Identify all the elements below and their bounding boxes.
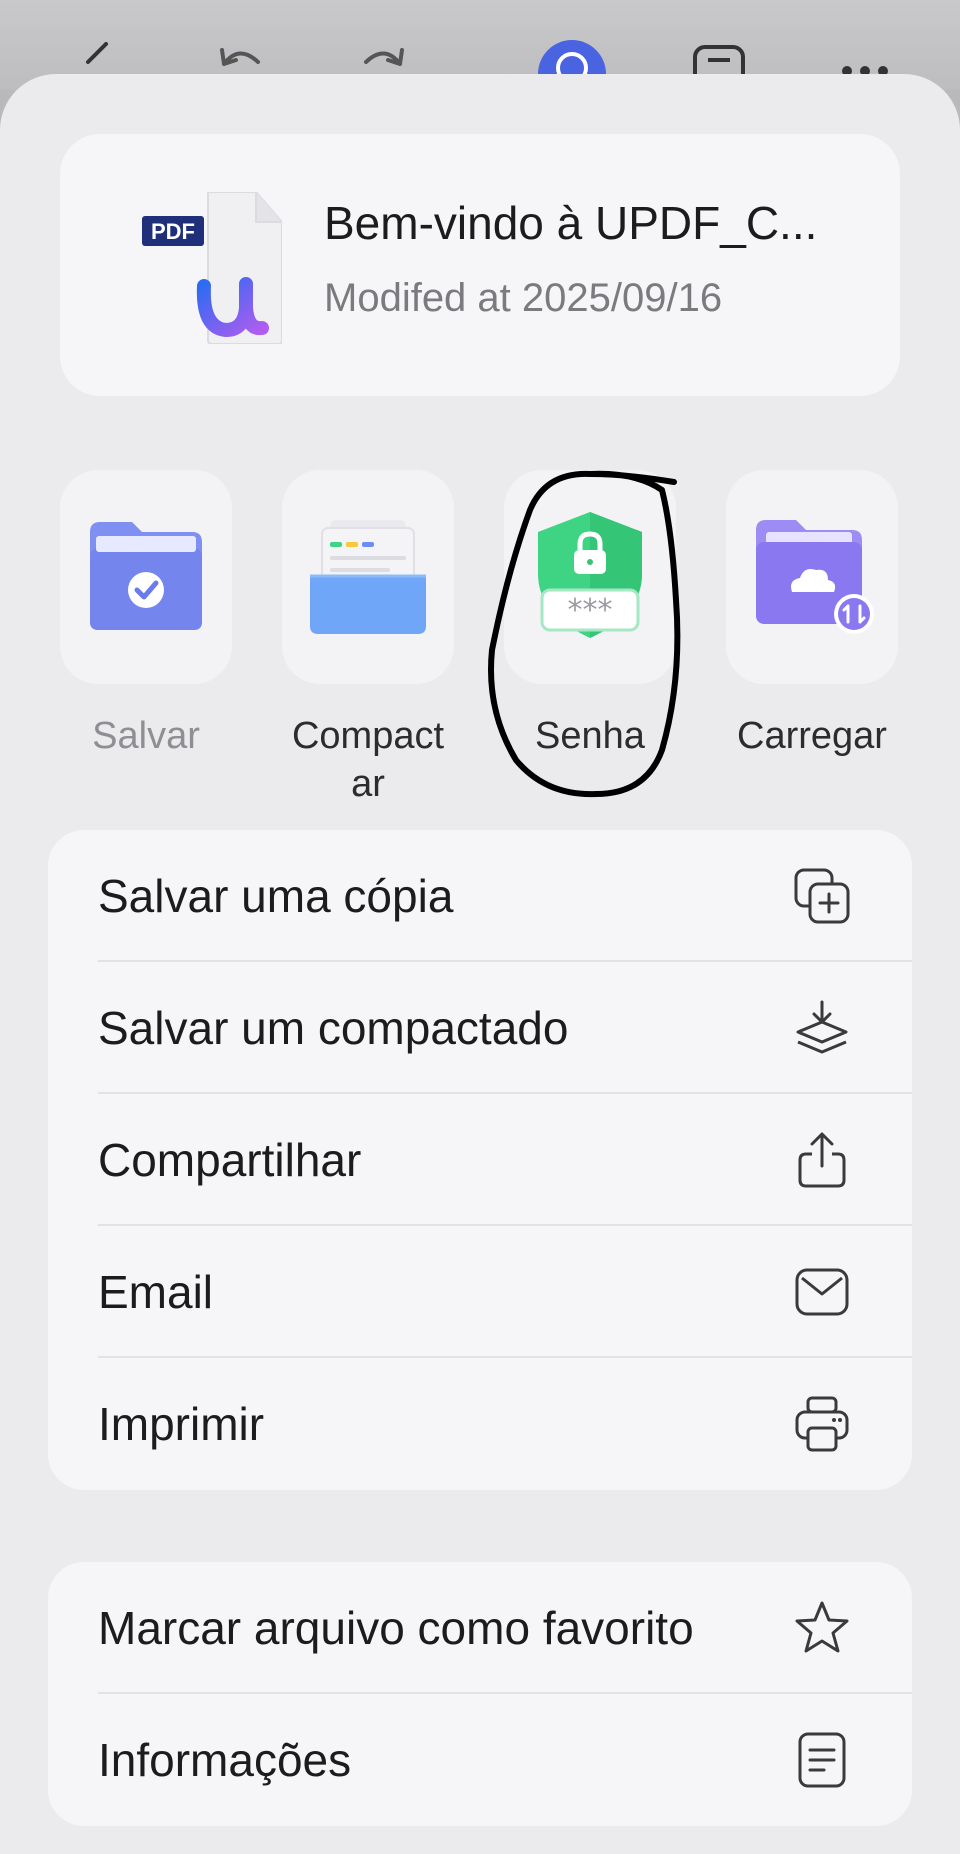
action-label: Senha [535, 715, 645, 757]
menu-item-informacoes[interactable]: Informações [48, 1694, 912, 1826]
menu-item-label: Email [98, 1266, 214, 1318]
document-icon [798, 1732, 846, 1788]
folder-check-icon [90, 522, 202, 630]
action-label: Carregar [737, 715, 887, 757]
menu-item-label: Marcar arquivo como favorito [98, 1602, 694, 1654]
quick-actions: Salvar Compact ar *** Senha Carregar [0, 470, 960, 810]
copy-plus-icon [794, 868, 850, 924]
svg-text:PDF: PDF [151, 219, 195, 244]
menu-item-label: Compartilhar [98, 1134, 362, 1186]
action-compactar[interactable]: Compact ar [282, 470, 454, 808]
action-label: Compact ar [291, 715, 445, 805]
menu-item-email[interactable]: Email [48, 1226, 912, 1358]
pdf-thumbnail: PDF [142, 191, 283, 345]
action-salvar[interactable]: Salvar [60, 470, 232, 760]
share-icon [798, 1132, 846, 1188]
menu-item-label: Informações [98, 1734, 352, 1786]
svg-text:***: *** [568, 593, 613, 628]
action-senha[interactable]: *** Senha [504, 470, 676, 760]
menu-group-actions: Salvar uma cópia Salvar um compactado Co… [48, 830, 912, 1490]
star-icon [795, 1601, 849, 1653]
printer-icon [795, 1396, 849, 1452]
action-label: Salvar [92, 715, 200, 757]
menu-item-label: Salvar um compactado [98, 1002, 569, 1054]
action-tile[interactable] [60, 470, 232, 684]
menu-item-label: Salvar uma cópia [98, 870, 454, 922]
menu-item-label: Imprimir [98, 1398, 265, 1450]
menu-item-compartilhar[interactable]: Compartilhar [48, 1094, 912, 1226]
menu-group-file: Marcar arquivo como favorito Informações [48, 1562, 912, 1826]
share-sheet: PDF Bem-vindo à UPDF_C... Modifed at 202… [0, 74, 960, 1854]
mail-icon [795, 1268, 849, 1316]
file-title: Bem-vindo à UPDF_C... [324, 197, 818, 249]
action-tile[interactable] [726, 470, 898, 684]
file-modified-date: Modifed at 2025/09/16 [324, 276, 723, 320]
cloud-folder-icon [756, 520, 874, 634]
menu-item-salvar-copia[interactable]: Salvar uma cópia [48, 830, 912, 962]
action-tile[interactable]: *** [504, 470, 676, 684]
tray-icon [310, 520, 426, 634]
file-header-card: PDF Bem-vindo à UPDF_C... Modifed at 202… [60, 134, 900, 396]
menu-item-imprimir[interactable]: Imprimir [48, 1358, 912, 1490]
action-carregar[interactable]: Carregar [726, 470, 898, 760]
action-tile[interactable] [282, 470, 454, 684]
stack-download-icon [796, 1000, 848, 1054]
shield-lock-icon: *** [538, 512, 642, 638]
menu-item-favorito[interactable]: Marcar arquivo como favorito [48, 1562, 912, 1694]
menu-item-salvar-compactado[interactable]: Salvar um compactado [48, 962, 912, 1094]
